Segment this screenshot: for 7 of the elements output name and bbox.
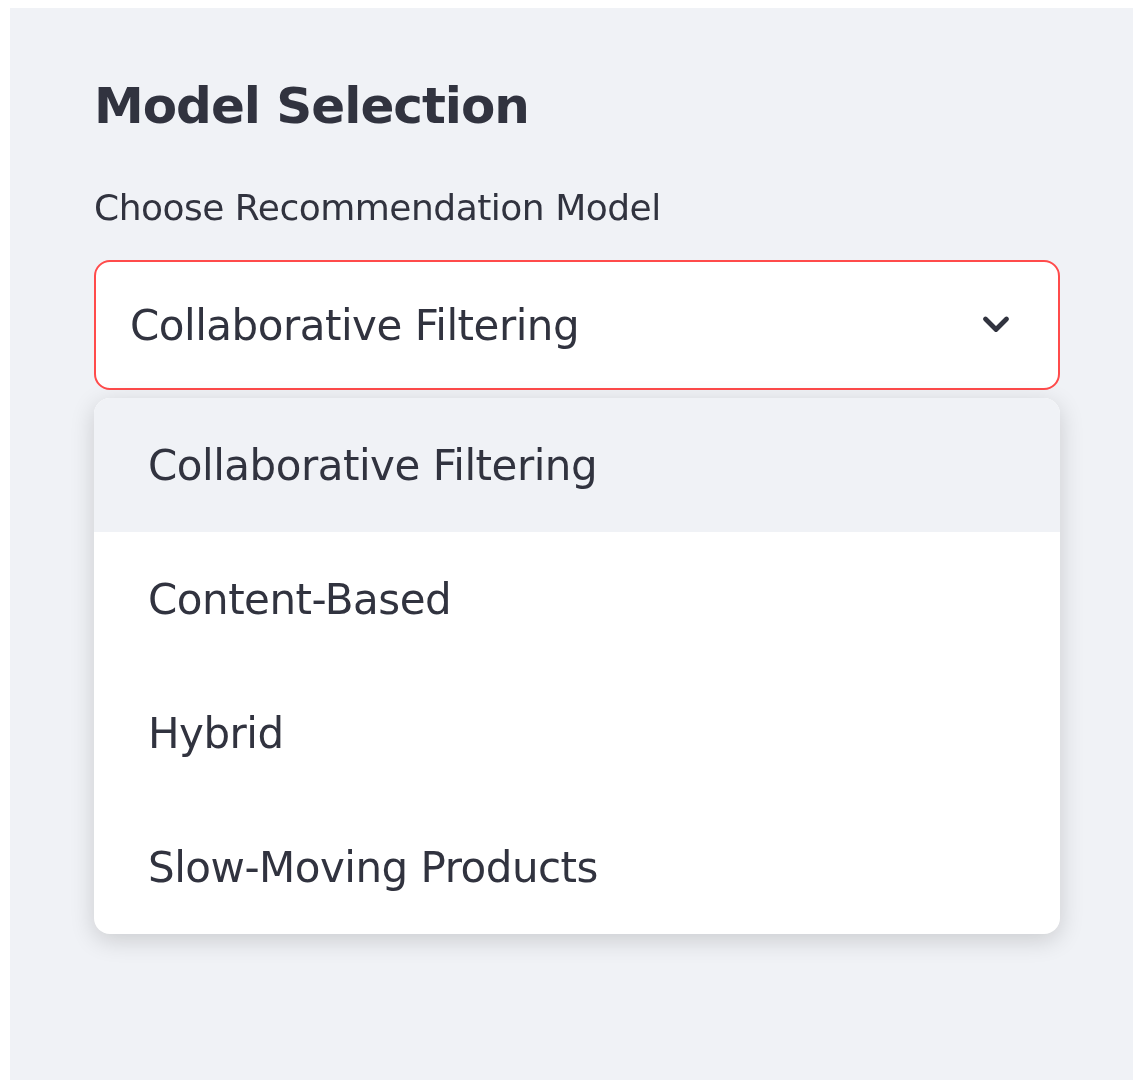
dropdown-option[interactable]: Collaborative Filtering bbox=[94, 398, 1060, 532]
dropdown-option[interactable]: Slow-Moving Products bbox=[94, 800, 1060, 934]
section-title: Model Selection bbox=[94, 76, 529, 136]
field-label: Choose Recommendation Model bbox=[94, 186, 661, 230]
dropdown-option[interactable]: Hybrid bbox=[94, 666, 1060, 800]
model-dropdown[interactable]: Collaborative Filtering bbox=[94, 260, 1060, 390]
dropdown-option[interactable]: Content-Based bbox=[94, 532, 1060, 666]
